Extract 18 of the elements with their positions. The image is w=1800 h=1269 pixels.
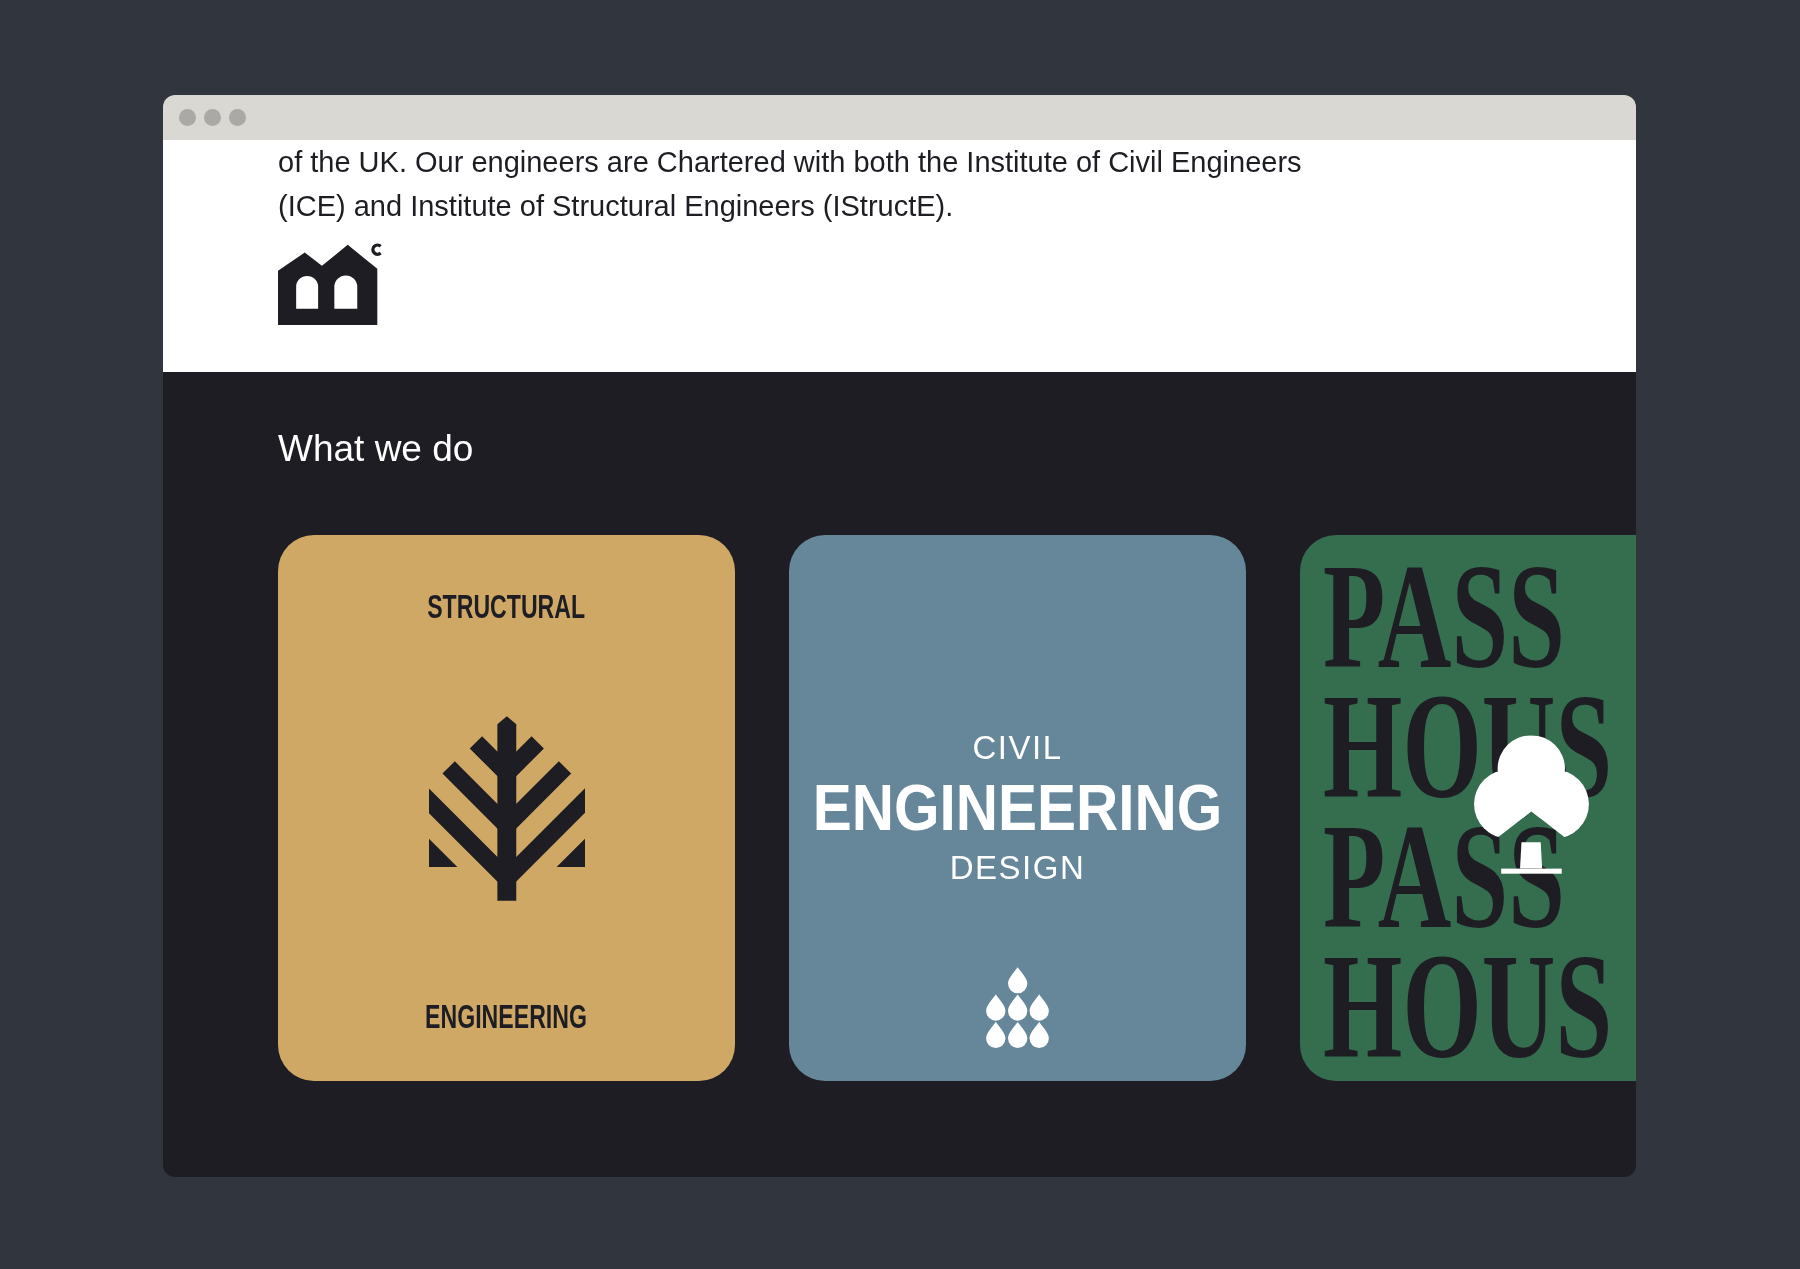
card-label: CIVIL [972, 728, 1063, 768]
card-label: ENGINEERING [425, 996, 588, 1036]
section-heading: What we do [278, 427, 474, 471]
tree-icon [428, 715, 585, 901]
house-logo-icon [278, 242, 384, 326]
window-control-icon [229, 109, 246, 126]
window-control-icon [179, 109, 196, 126]
card-title: ENGINEERING [812, 770, 1223, 846]
card-text: HOUS [1322, 941, 1613, 1071]
card-text: PASS [1322, 811, 1565, 941]
card-text: PASS [1322, 551, 1565, 681]
card-label: STRUCTURAL [427, 586, 586, 626]
card-label: DESIGN [949, 848, 1086, 888]
intro-paragraph: of the UK. Our engineers are Chartered with both the Institute of Civil Engineers (ICE) and Institute of Structural Engineers (IStructE). [278, 145, 1303, 224]
service-card[interactable]: CIVIL ENGINEERING DESIGN [789, 535, 1246, 1081]
droplets-icon [986, 967, 1049, 1048]
window-control-icon [204, 109, 221, 126]
service-card[interactable]: STRUCTURAL ENGINEERING [278, 535, 735, 1081]
